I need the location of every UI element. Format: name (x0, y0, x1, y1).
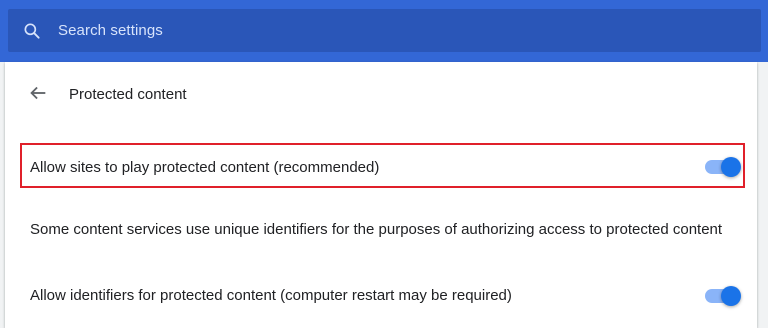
allow-protected-toggle[interactable] (705, 157, 741, 177)
setting-row-allow-identifiers[interactable]: Allow identifiers for protected content … (5, 277, 757, 321)
search-input[interactable]: Search settings (58, 22, 163, 39)
settings-card: Protected content Allow sites to play pr… (5, 62, 757, 328)
setting-description: Some content services use unique identif… (30, 221, 723, 238)
search-box[interactable]: Search settings (8, 9, 761, 52)
setting-label: Allow sites to play protected content (r… (30, 159, 380, 176)
back-arrow-icon[interactable] (27, 82, 49, 104)
toggle-knob (721, 157, 741, 177)
top-bar: Search settings (0, 0, 768, 62)
setting-label: Allow identifiers for protected content … (30, 287, 512, 304)
allow-identifiers-toggle[interactable] (705, 286, 741, 306)
setting-row-allow-protected[interactable]: Allow sites to play protected content (r… (5, 145, 757, 189)
toggle-knob (721, 286, 741, 306)
page-header: Protected content (5, 62, 757, 126)
page-title: Protected content (69, 86, 187, 103)
search-icon (24, 23, 40, 39)
